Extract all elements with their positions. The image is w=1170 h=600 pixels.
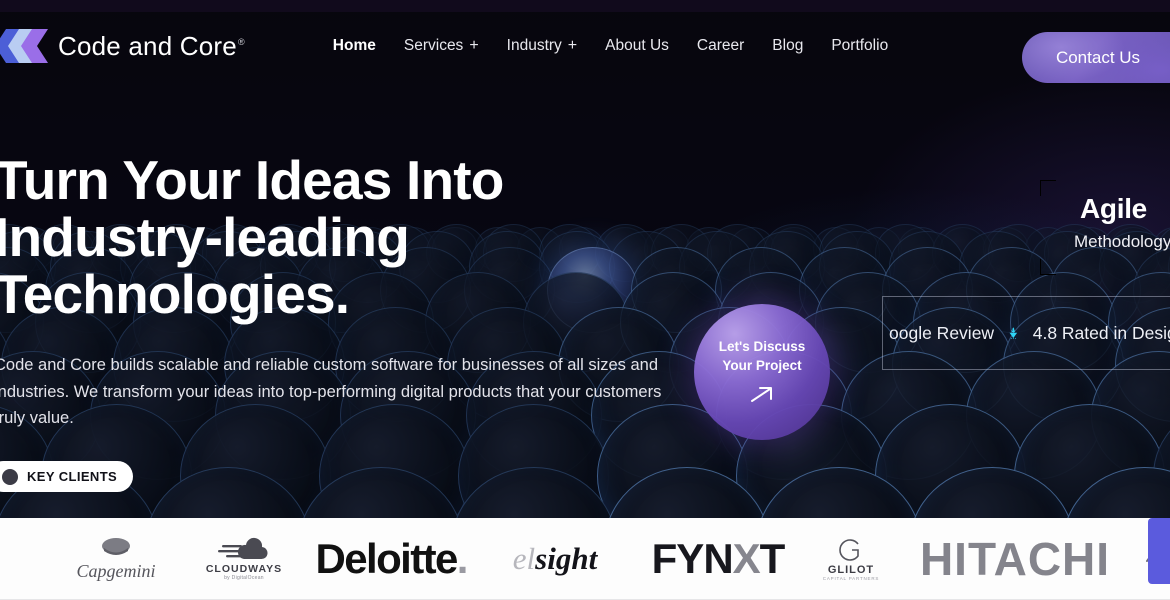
arrow-up-right-icon	[751, 386, 772, 402]
nav-item-blog-label: Blog	[772, 37, 804, 54]
nav-item-career-label: Career	[696, 37, 745, 54]
site-header: Code and Core® Home Services + Industry …	[0, 12, 1170, 83]
hero-headline: Turn Your Ideas Into Industry-leading Te…	[0, 149, 504, 326]
fynxt-part-x: X	[732, 534, 761, 582]
client-logo-fynxt: FYN X T	[634, 535, 802, 583]
brand-name: Code and Core®	[58, 31, 245, 62]
client-logo-cloudways: CLOUDWAYS by DigitalOcean	[180, 537, 308, 581]
badge-dot-icon	[2, 468, 18, 485]
fynxt-part-b: T	[759, 534, 786, 582]
deloitte-dot: .	[456, 534, 469, 582]
registered-mark: ®	[237, 36, 245, 47]
elsight-prefix: el	[512, 540, 536, 576]
glilot-g-mark-icon	[839, 539, 859, 561]
cta-label: Let's Discuss Your Project	[718, 339, 806, 373]
cloudways-wordmark: CLOUDWAYS	[205, 562, 283, 575]
client-logo-deloitte: Deloitte .	[308, 535, 476, 583]
main-navigation: Home Services + Industry + About Us Care…	[333, 37, 888, 55]
lets-discuss-project-button[interactable]: Let's Discuss Your Project	[694, 304, 830, 440]
brand-logo[interactable]: Code and Core®	[0, 27, 245, 65]
contact-us-label: Contact Us	[1055, 47, 1141, 67]
nav-item-about-us[interactable]: About Us	[605, 37, 669, 55]
nav-item-home-label: Home	[332, 37, 376, 54]
nav-item-industry[interactable]: Industry +	[507, 37, 577, 55]
agile-card-title: Agile	[1080, 193, 1147, 224]
agile-card-subtitle: Methodology	[1074, 232, 1170, 251]
side-widget-tab[interactable]	[1148, 518, 1170, 584]
nav-item-about-us-label: About Us	[605, 37, 669, 54]
review-rating-bar: oogle Review 4.8 Rated in Designru	[882, 296, 1170, 370]
glilot-tagline: CAPITAL PARTNERS	[822, 576, 880, 581]
glilot-wordmark: GLILOT	[827, 564, 875, 576]
brand-name-text: Code and Core	[58, 30, 237, 61]
client-logo-hitachi: HITACHI	[900, 532, 1130, 586]
cloudways-cloud-icon	[218, 537, 268, 559]
chevron-plus-icon: +	[469, 37, 479, 54]
key-clients-label: KEY CLIENTS	[27, 469, 118, 484]
nav-item-industry-label: Industry	[506, 37, 562, 54]
fynxt-part-a: FYN	[651, 534, 734, 582]
nav-item-home[interactable]: Home	[333, 37, 376, 55]
google-review-label: oogle Review	[889, 322, 995, 343]
nav-item-portfolio-label: Portfolio	[831, 37, 889, 54]
capgemini-wordmark: Capgemini	[76, 561, 156, 581]
key-clients-badge: KEY CLIENTS	[0, 461, 134, 492]
nav-item-services-label: Services	[403, 37, 464, 54]
nav-item-blog[interactable]: Blog	[772, 37, 803, 55]
agile-methodology-card: Agile Methodology	[1040, 180, 1170, 275]
nav-item-portfolio[interactable]: Portfolio	[831, 37, 888, 55]
client-logo-capgemini: Capgemini	[52, 535, 180, 582]
client-logo-elsight: el sight	[476, 541, 634, 577]
top-strip	[0, 0, 1170, 12]
elsight-wordmark: sight	[535, 540, 598, 576]
deloitte-wordmark: Deloitte	[315, 534, 459, 582]
client-logo-glilot: GLILOT CAPITAL PARTNERS	[802, 536, 900, 581]
nav-item-career[interactable]: Career	[697, 37, 744, 55]
client-logo-strip: Capgemini CLOUDWAYS by DigitalOcean Delo…	[0, 518, 1170, 600]
corner-bracket-icon	[1040, 259, 1056, 275]
hitachi-wordmark: HITACHI	[919, 532, 1111, 585]
hero-subcopy: Code and Core builds scalable and reliab…	[0, 356, 662, 428]
capgemini-mark-icon	[102, 538, 130, 555]
designrush-flame-icon	[1009, 327, 1018, 340]
chevron-plus-icon: +	[567, 37, 578, 54]
cnc-chevron-logo-icon	[0, 29, 48, 63]
rating-label: 4.8 Rated in Designru	[1032, 322, 1170, 343]
corner-bracket-icon	[1040, 180, 1056, 196]
nav-item-services[interactable]: Services +	[404, 37, 479, 55]
cloudways-tagline: by DigitalOcean	[224, 574, 264, 581]
contact-us-button[interactable]: Contact Us	[1022, 32, 1170, 83]
